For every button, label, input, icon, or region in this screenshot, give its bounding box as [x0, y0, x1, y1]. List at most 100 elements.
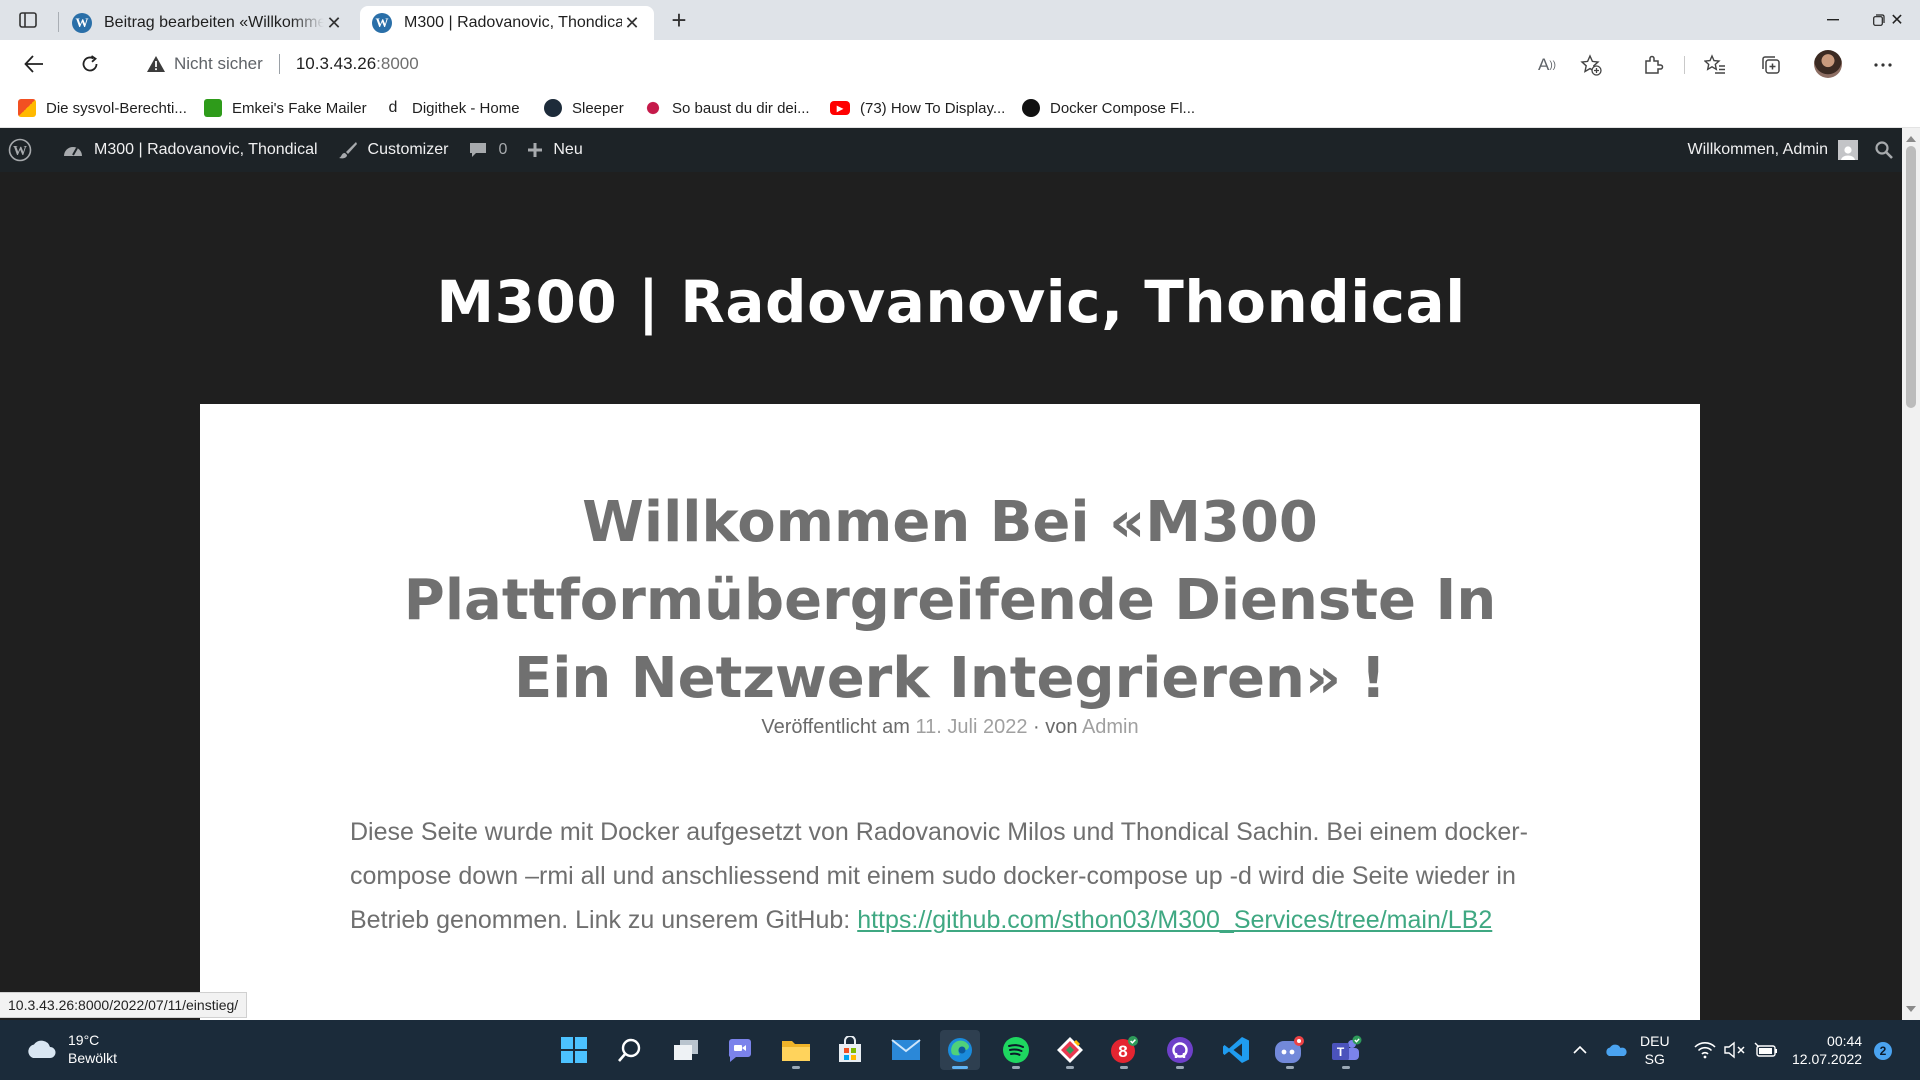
- bookmark-label: Sleeper: [572, 99, 624, 117]
- tab-actions-icon: [19, 12, 37, 28]
- browser-toolbar: Nicht sicher 10.3.43.26:8000 A)): [0, 40, 1920, 88]
- wp-logo-button[interactable]: W: [0, 128, 52, 172]
- edge-icon[interactable]: [940, 1030, 980, 1070]
- browser-tab-strip: W Beitrag bearbeiten «Willkommen Bei «M3…: [0, 0, 1920, 40]
- address-divider: [278, 54, 280, 74]
- battery-icon[interactable]: [1754, 1020, 1778, 1080]
- mail-icon[interactable]: [886, 1030, 926, 1070]
- more-menu-icon[interactable]: [1870, 52, 1896, 78]
- back-arrow-icon: [24, 55, 43, 73]
- github-link[interactable]: https://github.com/sthon03/M300_Services…: [857, 906, 1492, 934]
- bookmark-label: Digithek - Home: [412, 99, 520, 117]
- post-article: Willkommen Bei «M300 Plattformübergreife…: [200, 404, 1700, 1020]
- scroll-down-icon[interactable]: [1906, 1006, 1916, 1012]
- wordpress-icon: W: [372, 13, 392, 33]
- new-tab-button[interactable]: +: [666, 7, 692, 34]
- favorites-icon[interactable]: [1702, 52, 1728, 78]
- paintbrush-icon: [338, 142, 357, 159]
- bookmark-docker-compose[interactable]: Docker Compose Fl...: [1022, 96, 1195, 120]
- not-secure-label[interactable]: Nicht sicher: [174, 54, 263, 74]
- scrollbar-thumb[interactable]: [1906, 146, 1916, 408]
- wordpress-icon: W: [72, 13, 92, 33]
- store-icon[interactable]: [830, 1030, 870, 1070]
- dashboard-icon: [64, 147, 82, 156]
- bookmark-raspberry[interactable]: So baust du dir dei...: [644, 96, 810, 120]
- bookmark-digithek[interactable]: d Digithek - Home: [384, 96, 520, 120]
- weather-temp: 19°C: [68, 1032, 100, 1048]
- taskbar-clock[interactable]: 00:44 12.07.2022: [1792, 1032, 1862, 1068]
- vscode-icon[interactable]: [1216, 1030, 1256, 1070]
- close-window-button[interactable]: ✕: [1874, 4, 1920, 36]
- weather-widget[interactable]: 19°C Bewölkt: [24, 1031, 117, 1067]
- wifi-icon[interactable]: [1694, 1020, 1716, 1080]
- close-tab-icon[interactable]: ✕: [324, 13, 344, 33]
- running-indicator: [952, 1066, 968, 1069]
- chevron-up-icon: [1573, 1045, 1587, 1054]
- spotify-icon[interactable]: [996, 1030, 1036, 1070]
- warning-icon[interactable]: [146, 54, 166, 74]
- github-icon: [1022, 99, 1040, 117]
- bookmark-label: Emkei's Fake Mailer: [232, 99, 367, 117]
- bookmark-label: Docker Compose Fl...: [1050, 99, 1196, 117]
- extensions-icon[interactable]: [1640, 52, 1666, 78]
- bookmark-sleeper[interactable]: Sleeper: [544, 96, 624, 120]
- read-aloud-icon[interactable]: A)): [1534, 52, 1560, 78]
- close-tab-icon[interactable]: ✕: [622, 13, 642, 33]
- tab-site[interactable]: W M300 | Radovanovic, Thondical ✕: [360, 6, 654, 40]
- github-desktop-icon[interactable]: [1160, 1030, 1200, 1070]
- post-title: Willkommen Bei «M300 Plattformübergreife…: [403, 490, 1497, 711]
- raspberry-icon: [644, 99, 662, 117]
- octopus-icon[interactable]: 8: [1104, 1030, 1144, 1070]
- scroll-up-icon[interactable]: [1906, 136, 1916, 142]
- chat-icon[interactable]: [720, 1030, 760, 1070]
- url-port: :8000: [376, 54, 419, 73]
- search-icon[interactable]: [610, 1030, 650, 1070]
- gitkraken-icon[interactable]: [1050, 1030, 1090, 1070]
- reload-button[interactable]: [74, 48, 106, 80]
- post-content: Diese Seite wurde mit Docker aufgesetzt …: [350, 810, 1550, 942]
- running-indicator: [1342, 1066, 1350, 1069]
- post-author-link[interactable]: Admin: [1082, 716, 1139, 738]
- language-indicator[interactable]: DEU SG: [1640, 1032, 1670, 1068]
- address-bar[interactable]: Nicht sicher 10.3.43.26:8000: [124, 44, 1618, 84]
- file-explorer-icon[interactable]: [776, 1030, 816, 1070]
- task-view-icon[interactable]: [666, 1030, 706, 1070]
- admin-site-name[interactable]: M300 | Radovanovic, Thondical: [52, 128, 328, 172]
- bookmark-youtube[interactable]: ▶ (73) How To Display...: [830, 96, 1005, 120]
- running-indicator: [792, 1066, 800, 1069]
- digithek-icon: d: [388, 99, 398, 116]
- comments-link[interactable]: 0: [458, 128, 517, 172]
- customizer-link[interactable]: Customizer: [328, 128, 459, 172]
- windows-start-icon[interactable]: [554, 1030, 594, 1070]
- emkei-icon: [204, 99, 222, 117]
- comments-count: 0: [498, 141, 508, 158]
- running-indicator: [1066, 1066, 1074, 1069]
- back-button[interactable]: [18, 48, 50, 80]
- minimize-button[interactable]: [1810, 4, 1856, 36]
- notification-badge[interactable]: 2: [1874, 1042, 1892, 1060]
- onedrive-icon[interactable]: [1604, 1020, 1628, 1080]
- add-favorite-icon[interactable]: [1578, 52, 1604, 78]
- weather-desc: Bewölkt: [68, 1050, 118, 1066]
- profile-avatar[interactable]: [1814, 50, 1842, 78]
- discord-icon[interactable]: [1270, 1030, 1310, 1070]
- bookmark-label: (73) How To Display...: [860, 99, 1006, 117]
- toolbar-divider: [1684, 56, 1685, 74]
- tab-edit-post[interactable]: W Beitrag bearbeiten «Willkommen Bei «M3…: [60, 6, 356, 40]
- bookmark-sysvol[interactable]: Die sysvol-Berechti...: [18, 96, 187, 120]
- post-date-link[interactable]: 11. Juli 2022: [916, 716, 1028, 738]
- user-avatar-icon: [1838, 140, 1858, 160]
- site-title[interactable]: M300 | Radovanovic, Thondical: [0, 268, 1902, 336]
- keyboard-layout: SG: [1644, 1051, 1665, 1067]
- teams-icon[interactable]: T: [1326, 1030, 1366, 1070]
- bookmarks-bar: Die sysvol-Berechti... Emkei's Fake Mail…: [0, 88, 1920, 128]
- new-content-link[interactable]: Neu: [517, 128, 592, 172]
- my-account-link[interactable]: Willkommen, Admin: [1688, 128, 1858, 172]
- show-hidden-icons-button[interactable]: [1572, 1020, 1588, 1080]
- admin-search-button[interactable]: [1874, 128, 1894, 172]
- tab-actions-button[interactable]: [16, 9, 40, 31]
- volume-muted-icon[interactable]: [1724, 1020, 1746, 1080]
- collections-icon[interactable]: [1758, 52, 1784, 78]
- page-scrollbar[interactable]: [1902, 128, 1920, 1020]
- bookmark-emkei[interactable]: Emkei's Fake Mailer: [204, 96, 367, 120]
